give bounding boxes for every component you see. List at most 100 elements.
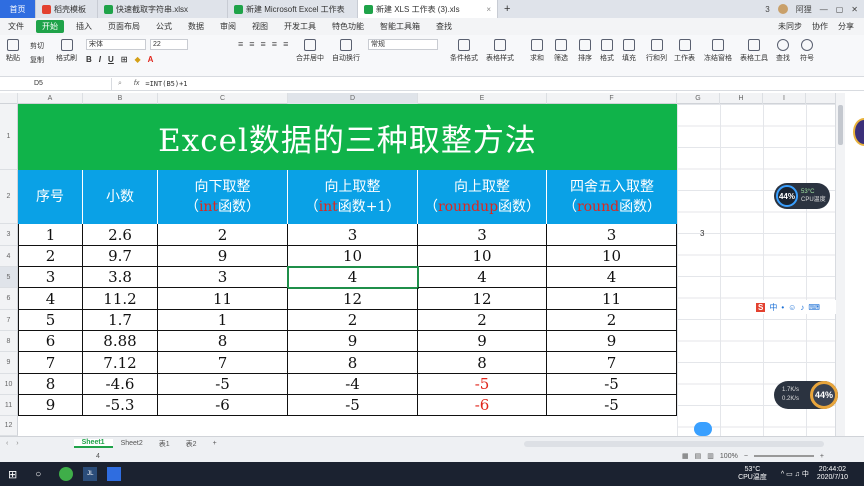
- page-break-icon[interactable]: ▥: [707, 452, 714, 460]
- close-tab-icon[interactable]: ×: [486, 5, 491, 14]
- cell-roundup-row2[interactable]: 10: [418, 246, 547, 267]
- font-size-select[interactable]: 22: [150, 39, 188, 50]
- cell-ceil-int-row5[interactable]: 2: [288, 310, 418, 331]
- cell-roundup-row5[interactable]: 2: [418, 310, 547, 331]
- row-header-12[interactable]: 12: [0, 416, 18, 436]
- col-header-g[interactable]: G: [677, 93, 720, 104]
- collab-button[interactable]: 协作: [812, 21, 828, 32]
- align-middle-icon[interactable]: ≡: [249, 39, 254, 49]
- zoom-in-icon[interactable]: +: [820, 453, 824, 460]
- merge-center-button[interactable]: 合并居中: [296, 39, 324, 63]
- cpu-monitor-widget-top[interactable]: 44% 53°C CPU温度: [774, 183, 830, 209]
- col-header-e[interactable]: E: [418, 93, 547, 104]
- tab-docer[interactable]: 稻壳模板: [36, 0, 98, 18]
- vertical-scrollbar[interactable]: [835, 93, 845, 436]
- browser-icon[interactable]: [59, 467, 74, 481]
- align-center-icon[interactable]: ≡: [283, 39, 288, 49]
- cell-round-row4[interactable]: 11: [547, 288, 677, 310]
- border-icon[interactable]: ⊞: [121, 55, 128, 64]
- ime-toolbar[interactable]: S 中 • ☺ ♪ ⌨: [756, 300, 836, 314]
- cell-ceil-int-row4[interactable]: 12: [288, 288, 418, 310]
- freeze-panes-button[interactable]: 冻结窗格: [704, 39, 732, 63]
- punct-icon[interactable]: •: [781, 303, 784, 312]
- cell-round-row6[interactable]: 9: [547, 331, 677, 352]
- ribbon-tab-view[interactable]: 视图: [244, 21, 276, 32]
- ribbon-tab-insert[interactable]: 插入: [68, 21, 100, 32]
- ribbon-search[interactable]: 查找: [428, 21, 460, 32]
- row-header-11[interactable]: 11: [0, 395, 18, 416]
- add-sheet-button[interactable]: +: [205, 440, 225, 447]
- cell-ceil-int-row1[interactable]: 3: [288, 224, 418, 246]
- cell-floor-row4[interactable]: 11: [158, 288, 288, 310]
- font-color-icon[interactable]: A: [148, 55, 154, 64]
- cell-decimal-row5[interactable]: 1.7: [83, 310, 158, 331]
- ribbon-tab-features[interactable]: 特色功能: [324, 21, 372, 32]
- font-select[interactable]: 宋体: [86, 39, 146, 50]
- cell-decimal-row4[interactable]: 11.2: [83, 288, 158, 310]
- col-header-a[interactable]: A: [18, 93, 83, 104]
- cell-round-row1[interactable]: 3: [547, 224, 677, 246]
- cell-index-row9[interactable]: 9: [18, 395, 83, 416]
- cell-decimal-row9[interactable]: -5.3: [83, 395, 158, 416]
- cell-floor-row2[interactable]: 9: [158, 246, 288, 267]
- header-cell-decimal[interactable]: 小数: [83, 170, 158, 224]
- zoom-out-icon[interactable]: −: [744, 453, 748, 460]
- network-monitor-widget[interactable]: 1.7K/s 0.2K/s 44%: [774, 381, 838, 409]
- find-button[interactable]: 查找: [776, 39, 790, 63]
- conditional-format-button[interactable]: 条件格式: [450, 39, 478, 63]
- cell-round-row9[interactable]: -5: [547, 395, 677, 416]
- keyboard-icon[interactable]: ⌨: [808, 303, 820, 312]
- header-cell-index[interactable]: 序号: [18, 170, 83, 224]
- zoom-slider[interactable]: [753, 455, 814, 457]
- cell-g3[interactable]: 3: [700, 229, 704, 238]
- cell-round-row3[interactable]: 4: [547, 267, 677, 288]
- zoom-level[interactable]: 100%: [720, 453, 738, 460]
- ribbon-tab-formula[interactable]: 公式: [148, 21, 180, 32]
- user-name[interactable]: 阿狸: [796, 4, 812, 15]
- row-col-button[interactable]: 行和列: [646, 39, 667, 63]
- cell-ceil-int-row3[interactable]: 4: [287, 266, 419, 289]
- align-top-icon[interactable]: ≡: [238, 39, 243, 49]
- cell-roundup-row8[interactable]: -5: [418, 374, 547, 395]
- cell-round-row7[interactable]: 7: [547, 352, 677, 374]
- cell-index-row6[interactable]: 6: [18, 331, 83, 352]
- sort-button[interactable]: 排序: [578, 39, 592, 63]
- cell-floor-row9[interactable]: -6: [158, 395, 288, 416]
- ribbon-tab-review[interactable]: 审阅: [212, 21, 244, 32]
- page-layout-icon[interactable]: ▤: [695, 452, 702, 460]
- tab-file-3[interactable]: 新建 XLS 工作表 (3).xls ×: [358, 0, 498, 18]
- col-header-f[interactable]: F: [547, 93, 677, 104]
- fill-color-icon[interactable]: ◆: [135, 55, 141, 64]
- cell-roundup-row3[interactable]: 4: [418, 267, 547, 288]
- cell-floor-row7[interactable]: 7: [158, 352, 288, 374]
- new-tab-button[interactable]: +: [498, 0, 516, 18]
- minimize-icon[interactable]: —: [820, 5, 828, 14]
- align-bottom-icon[interactable]: ≡: [261, 39, 266, 49]
- floating-badge[interactable]: [694, 422, 712, 436]
- header-cell-ceil-int[interactable]: 向上取整 （int函数+1）: [288, 170, 418, 224]
- avatar[interactable]: [777, 4, 788, 14]
- cell-decimal-row7[interactable]: 7.12: [83, 352, 158, 374]
- cell-roundup-row9[interactable]: -6: [418, 395, 547, 416]
- formula-input[interactable]: =INT(B5)+1: [145, 80, 187, 88]
- cell-floor-row3[interactable]: 3: [158, 267, 288, 288]
- worksheet-button[interactable]: 工作表: [674, 39, 695, 63]
- cell-round-row5[interactable]: 2: [547, 310, 677, 331]
- row-header-8[interactable]: 8: [0, 331, 18, 352]
- zoom-search-icon[interactable]: ⌕: [112, 80, 128, 88]
- mic-icon[interactable]: ♪: [800, 303, 804, 312]
- fill-button[interactable]: 填充: [622, 39, 636, 63]
- close-window-icon[interactable]: ✕: [851, 5, 858, 14]
- align-left-icon[interactable]: ≡: [272, 39, 277, 49]
- ime-mode-icon[interactable]: 中: [769, 302, 777, 313]
- horizontal-scrollbar[interactable]: [524, 440, 824, 447]
- row-header-1[interactable]: 1: [0, 104, 18, 170]
- row-header-3[interactable]: 3: [0, 224, 18, 246]
- sheet-tab-table1[interactable]: 表1: [151, 439, 178, 449]
- bold-icon[interactable]: B: [86, 55, 92, 64]
- cell-index-row7[interactable]: 7: [18, 352, 83, 374]
- emoji-icon[interactable]: ☺: [788, 303, 796, 312]
- wrap-text-button[interactable]: 自动换行: [332, 39, 360, 63]
- row-header-9[interactable]: 9: [0, 352, 18, 374]
- tab-home[interactable]: 首页: [0, 0, 36, 18]
